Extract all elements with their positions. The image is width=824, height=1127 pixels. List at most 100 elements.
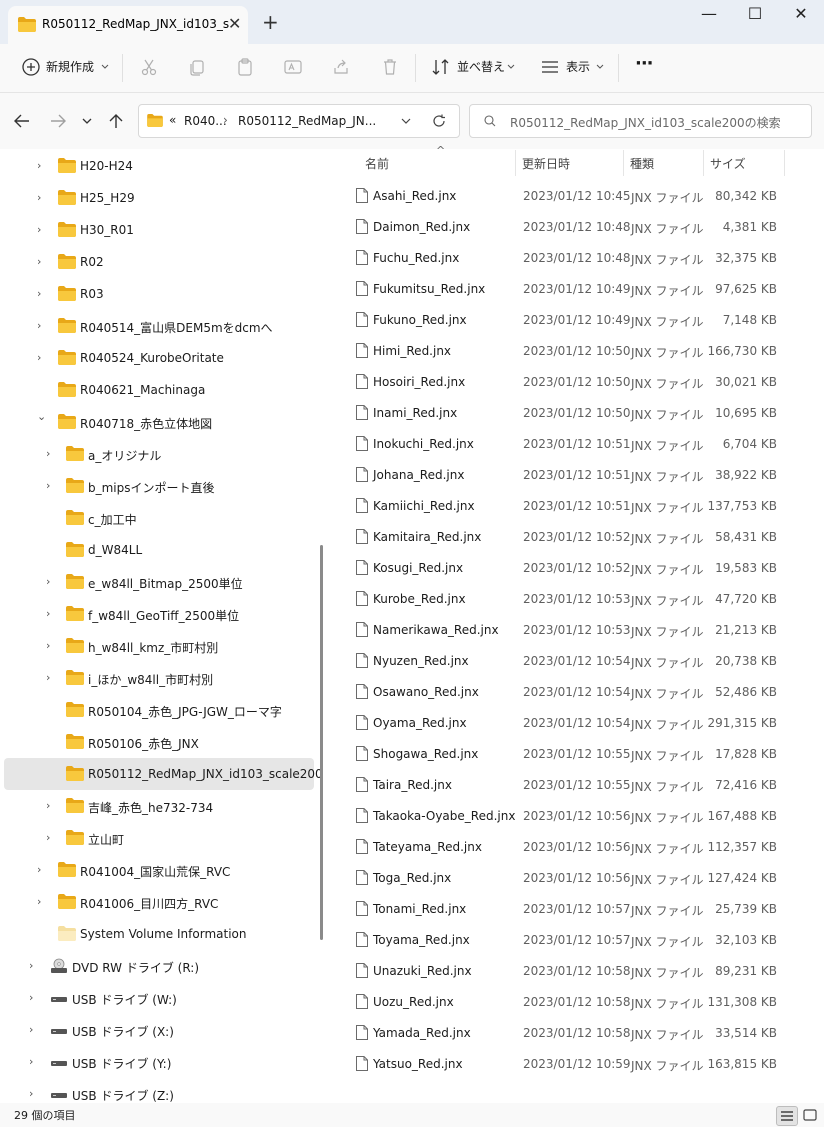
chevron-right-icon[interactable]: ›: [46, 575, 50, 588]
nav-tree-item[interactable]: › H25_H29: [0, 182, 314, 214]
chevron-right-icon[interactable]: ›: [46, 447, 50, 460]
chevron-right-icon[interactable]: ›: [37, 351, 41, 364]
chevron-right-icon[interactable]: ›: [37, 319, 41, 332]
file-row[interactable]: Tonami_Red.jnx 2023/01/12 10:57 JNX ファイル 25…: [352, 893, 792, 924]
navigation-pane-scrollbar[interactable]: [320, 545, 323, 940]
nav-tree-item[interactable]: System Volume Information: [0, 918, 314, 950]
nav-tree-item[interactable]: › H30_R01: [0, 214, 314, 246]
up-arrow-icon[interactable]: [109, 113, 123, 129]
chevron-right-icon[interactable]: ›: [29, 1087, 33, 1100]
file-row[interactable]: Taira_Red.jnx 2023/01/12 10:55 JNX ファイル 72,…: [352, 769, 792, 800]
nav-tree-item[interactable]: › USB ドライブ (X:): [0, 1014, 314, 1046]
file-row[interactable]: Nyuzen_Red.jnx 2023/01/12 10:54 JNX ファイル 20…: [352, 645, 792, 676]
column-header-size[interactable]: サイズ: [710, 155, 746, 172]
cut-icon[interactable]: [140, 58, 158, 76]
tab-close-icon[interactable]: ✕: [228, 14, 241, 33]
column-header-date[interactable]: 更新日時: [522, 155, 570, 172]
chevron-right-icon[interactable]: ›: [29, 959, 33, 972]
rename-icon[interactable]: [284, 58, 302, 76]
file-row[interactable]: Oyama_Red.jnx 2023/01/12 10:54 JNX ファイル 291…: [352, 707, 792, 738]
nav-tree-item[interactable]: › R041004_国家山荒保_RVC: [0, 854, 314, 886]
column-divider[interactable]: [784, 150, 785, 176]
nav-tree-item[interactable]: c_加工中: [0, 502, 314, 534]
chevron-right-icon[interactable]: ›: [29, 1055, 33, 1068]
nav-tree-item[interactable]: R050104_赤色_JPG-JGW_ローマ字: [0, 694, 314, 726]
chevron-right-icon[interactable]: ›: [37, 255, 41, 268]
nav-tree-item[interactable]: › i_ほか_w84ll_市町村別: [0, 662, 314, 694]
nav-tree-item[interactable]: › R040524_KurobeOritate: [0, 342, 314, 374]
nav-tree-item[interactable]: › 立山町: [0, 822, 314, 854]
new-button[interactable]: 新規作成: [46, 58, 94, 75]
chevron-right-icon[interactable]: ›: [46, 607, 50, 620]
breadcrumb-item[interactable]: R040...: [184, 114, 227, 128]
chevron-right-icon[interactable]: ›: [37, 895, 41, 908]
file-row[interactable]: Kurobe_Red.jnx 2023/01/12 10:53 JNX ファイル 47…: [352, 583, 792, 614]
file-row[interactable]: Fuchu_Red.jnx 2023/01/12 10:48 JNX ファイル 32,…: [352, 242, 792, 273]
chevron-right-icon[interactable]: ›: [37, 223, 41, 236]
refresh-icon[interactable]: [432, 114, 446, 128]
recent-locations-chevron-icon[interactable]: [82, 118, 92, 125]
chevron-right-icon[interactable]: ›: [46, 671, 50, 684]
file-row[interactable]: Hosoiri_Red.jnx 2023/01/12 10:50 JNX ファイル 3…: [352, 366, 792, 397]
file-row[interactable]: Toyama_Red.jnx 2023/01/12 10:57 JNX ファイル 32…: [352, 924, 792, 955]
chevron-down-icon[interactable]: [401, 118, 411, 125]
file-row[interactable]: Inami_Red.jnx 2023/01/12 10:50 JNX ファイル 10,…: [352, 397, 792, 428]
file-row[interactable]: Fukuno_Red.jnx 2023/01/12 10:49 JNX ファイル 7,…: [352, 304, 792, 335]
file-row[interactable]: Daimon_Red.jnx 2023/01/12 10:48 JNX ファイル 4,…: [352, 211, 792, 242]
address-bar[interactable]: « R040... › R050112_RedMap_JN...: [138, 104, 460, 138]
file-row[interactable]: Shogawa_Red.jnx 2023/01/12 10:55 JNX ファイル 1…: [352, 738, 792, 769]
details-view-button[interactable]: [776, 1106, 798, 1126]
nav-tree-item[interactable]: ⌄ R040718_赤色立体地図: [0, 406, 314, 438]
copy-icon[interactable]: [188, 58, 206, 76]
chevron-right-icon[interactable]: ›: [46, 479, 50, 492]
chevron-right-icon[interactable]: ›: [29, 991, 33, 1004]
nav-tree-item[interactable]: R040621_Machinaga: [0, 374, 314, 406]
file-row[interactable]: Tateyama_Red.jnx 2023/01/12 10:56 JNX ファイル…: [352, 831, 792, 862]
more-options-button[interactable]: ···: [635, 53, 653, 74]
nav-tree-item[interactable]: › R040514_富山県DEM5mをdcmへ: [0, 310, 314, 342]
file-row[interactable]: Asahi_Red.jnx 2023/01/12 10:45 JNX ファイル 80,…: [352, 180, 792, 211]
tiles-view-button[interactable]: [800, 1106, 820, 1124]
chevron-right-icon[interactable]: ›: [37, 287, 41, 300]
file-row[interactable]: Osawano_Red.jnx 2023/01/12 10:54 JNX ファイル 5…: [352, 676, 792, 707]
file-row[interactable]: Unazuki_Red.jnx 2023/01/12 10:58 JNX ファイル 8…: [352, 955, 792, 986]
nav-tree-item[interactable]: › DVD RW ドライブ (R:): [0, 950, 314, 982]
file-row[interactable]: Kosugi_Red.jnx 2023/01/12 10:52 JNX ファイル 19…: [352, 552, 792, 583]
chevron-right-icon[interactable]: ›: [37, 863, 41, 876]
nav-tree-item[interactable]: › H20-H24: [0, 150, 314, 182]
file-row[interactable]: Johana_Red.jnx 2023/01/12 10:51 JNX ファイル 38…: [352, 459, 792, 490]
file-row[interactable]: Toga_Red.jnx 2023/01/12 10:56 JNX ファイル 127,…: [352, 862, 792, 893]
nav-tree-item[interactable]: › f_w84ll_GeoTiff_2500単位: [0, 598, 314, 630]
chevron-down-icon[interactable]: ⌄: [37, 410, 46, 423]
file-list-scrollbar[interactable]: [813, 150, 824, 1105]
file-row[interactable]: Inokuchi_Red.jnx 2023/01/12 10:51 JNX ファイル…: [352, 428, 792, 459]
new-tab-button[interactable]: +: [262, 10, 279, 34]
nav-tree-item[interactable]: › R03: [0, 278, 314, 310]
nav-tree-item[interactable]: d_W84LL: [0, 534, 314, 566]
window-tab[interactable]: R050112_RedMap_JNX_id103_s ✕: [8, 6, 248, 44]
breadcrumb-item[interactable]: R050112_RedMap_JN...: [238, 114, 376, 128]
share-icon[interactable]: [332, 58, 350, 76]
chevron-right-icon[interactable]: ›: [46, 799, 50, 812]
breadcrumb-overflow[interactable]: «: [169, 113, 176, 127]
file-row[interactable]: Yatsuo_Red.jnx 2023/01/12 10:59 JNX ファイル 16…: [352, 1048, 792, 1079]
file-row[interactable]: Takaoka-Oyabe_Red.jnx 2023/01/12 10:56 JNX…: [352, 800, 792, 831]
file-row[interactable]: Fukumitsu_Red.jnx 2023/01/12 10:49 JNX ファイ…: [352, 273, 792, 304]
nav-tree-item[interactable]: › 吉峰_赤色_he732-734: [0, 790, 314, 822]
back-arrow-icon[interactable]: [14, 114, 30, 128]
nav-tree-item[interactable]: › R02: [0, 246, 314, 278]
chevron-right-icon[interactable]: ›: [29, 1023, 33, 1036]
nav-tree-item[interactable]: › a_オリジナル: [0, 438, 314, 470]
nav-tree-item[interactable]: › R041006_目川四方_RVC: [0, 886, 314, 918]
view-button[interactable]: 表示: [566, 58, 590, 75]
nav-tree-item[interactable]: › USB ドライブ (Y:): [0, 1046, 314, 1078]
file-row[interactable]: Uozu_Red.jnx 2023/01/12 10:58 JNX ファイル 131,…: [352, 986, 792, 1017]
search-box[interactable]: R050112_RedMap_JNX_id103_scale200の検索: [469, 104, 812, 138]
forward-arrow-icon[interactable]: [50, 114, 66, 128]
file-row[interactable]: Kamiichi_Red.jnx 2023/01/12 10:51 JNX ファイル…: [352, 490, 792, 521]
column-divider[interactable]: [623, 150, 624, 176]
nav-tree-item[interactable]: R050112_RedMap_JNX_id103_scale200: [4, 758, 323, 790]
delete-icon[interactable]: [381, 58, 399, 76]
close-window-button[interactable]: ✕: [778, 4, 824, 26]
column-header-name[interactable]: 名前: [365, 155, 389, 172]
